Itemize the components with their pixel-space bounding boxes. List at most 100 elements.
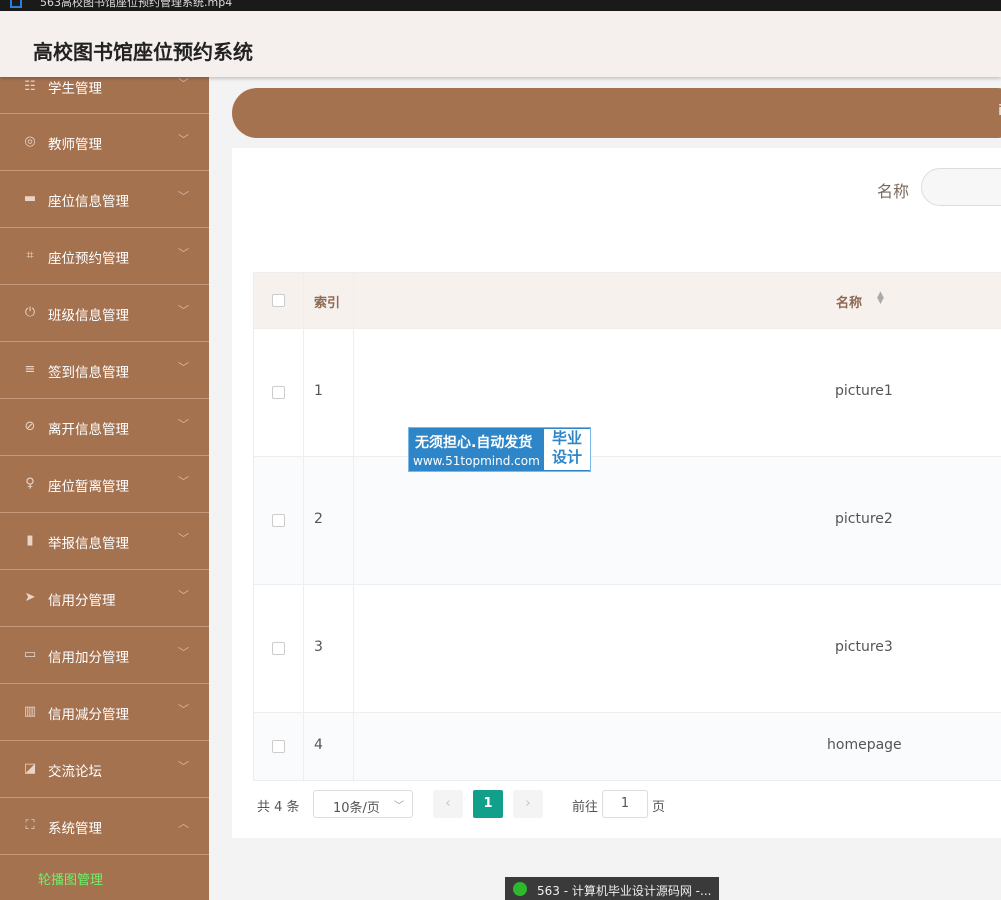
sidebar-item-credit-add[interactable]: ▭ 信用加分管理 ﹀ (0, 627, 209, 684)
page-size-select[interactable]: 10条/页 ﹀ (313, 790, 413, 818)
chevron-down-icon: ﹀ (178, 77, 189, 90)
watermark-line1: 无须担心.自动发货 (415, 435, 533, 451)
sidebar-item-label: 签到信息管理 (48, 365, 129, 381)
table-row[interactable]: 3 picture3 (254, 585, 1001, 713)
sidebar-item-checkin[interactable]: ≡ 签到信息管理 ﹀ (0, 342, 209, 399)
chevron-down-icon: ﹀ (178, 532, 189, 545)
watermark-logo: 毕业 设计 (544, 429, 590, 470)
sidebar-item-seat-booking[interactable]: ⌗ 座位预约管理 ﹀ (0, 228, 209, 285)
sidebar-item-credit-deduct[interactable]: ▥ 信用减分管理 ﹀ (0, 684, 209, 741)
window-titlebar: 563高校图书馆座位预约管理系统.mp4 (0, 0, 1001, 11)
row-index: 3 (314, 639, 323, 655)
row-checkbox[interactable] (272, 514, 285, 527)
app-header: 高校图书馆座位预约系统 (0, 11, 1001, 77)
sidebar-item-label: 座位预约管理 (48, 251, 129, 267)
expand-icon: ⛶ (25, 818, 35, 833)
row-checkbox[interactable] (272, 386, 285, 399)
page-size-value: 10条/页 (333, 801, 380, 816)
sidebar-item-label: 系统管理 (48, 821, 102, 837)
prev-page-button[interactable]: ‹ (433, 790, 463, 818)
sidebar: ☷ 学生管理 ﹀ ◎ 教师管理 ﹀ ▬ 座位信息管理 ﹀ ⌗ 座位预约管理 ﹀ … (0, 77, 209, 900)
user-icon: ☷ (24, 79, 36, 94)
chevron-down-icon: ﹀ (178, 247, 189, 260)
row-name: picture1 (835, 383, 893, 399)
chevron-down-icon: ﹀ (178, 133, 189, 146)
data-table: 索引 名称 ▲ ▼ 1 picture1 2 picture2 3 picture… (253, 272, 1001, 781)
sidebar-item-label: 信用加分管理 (48, 650, 129, 666)
sidebar-item-temporary-leave[interactable]: ♀ 座位暂离管理 ﹀ (0, 456, 209, 513)
sidebar-item-label: 信用分管理 (48, 593, 116, 609)
sidebar-item-label: 学生管理 (48, 81, 102, 97)
send-icon: ➤ (24, 590, 36, 605)
page-1-button[interactable]: 1 (473, 790, 503, 818)
chevron-down-icon: ﹀ (178, 304, 189, 317)
sidebar-subitem-label: 轮播图管理 (38, 873, 104, 888)
column-header-name: 名称 (836, 296, 863, 311)
row-checkbox[interactable] (272, 740, 285, 753)
sidebar-item-forum[interactable]: ◪ 交流论坛 ﹀ (0, 741, 209, 798)
chevron-down-icon: ﹀ (178, 361, 189, 374)
column-header-index: 索引 (314, 296, 341, 311)
sidebar-item-label: 离开信息管理 (48, 422, 129, 438)
browser-icon (513, 882, 527, 896)
monitor-icon: ▬ (23, 191, 37, 206)
row-index: 4 (314, 737, 323, 753)
select-all-checkbox[interactable] (272, 294, 285, 307)
chevron-down-icon: ﹀ (178, 418, 189, 431)
message-icon: ▭ (23, 647, 37, 662)
sidebar-item-teachers[interactable]: ◎ 教师管理 ﹀ (0, 114, 209, 171)
search-input[interactable] (921, 168, 1001, 206)
bell-off-icon: ⊘ (24, 419, 36, 434)
content-panel: 名称 索引 名称 ▲ ▼ 1 picture1 2 picture2 3 pict… (232, 148, 1001, 838)
sidebar-subitem-carousel[interactable]: 轮播图管理 (0, 855, 209, 895)
crop-icon: ⌗ (26, 248, 34, 263)
taskbar-item[interactable]: 563 - 计算机毕业设计源码网 -... (505, 877, 719, 900)
column-header-name-cell[interactable]: 名称 ▲ ▼ (354, 273, 1001, 328)
chevron-up-icon: ︿ (178, 817, 189, 830)
list-icon: ≡ (24, 362, 36, 377)
table-row[interactable]: 4 homepage (254, 713, 1001, 781)
row-checkbox[interactable] (272, 642, 285, 655)
sidebar-item-leave[interactable]: ⊘ 离开信息管理 ﹀ (0, 399, 209, 456)
total-count: 共 4 条 (257, 800, 300, 815)
watermark-badge-bottom: 设计 (551, 448, 582, 466)
section-banner: i (232, 88, 1001, 138)
chat-icon: ◪ (23, 761, 37, 776)
chart-icon: ▥ (23, 704, 37, 719)
sidebar-item-class-info[interactable]: ⏻ 班级信息管理 ﹀ (0, 285, 209, 342)
window-title: 563高校图书馆座位预约管理系统.mp4 (40, 0, 233, 9)
chevron-down-icon: ﹀ (178, 475, 189, 488)
row-index: 2 (314, 511, 323, 527)
app-icon (10, 0, 22, 8)
chevron-down-icon: ﹀ (178, 190, 189, 203)
goto-page-input[interactable]: 1 (602, 790, 648, 818)
watermark-badge: 无须担心.自动发货 www.51topmind.com 毕业 设计 (408, 427, 591, 472)
table-row[interactable]: 1 picture1 (254, 329, 1001, 457)
table-row[interactable]: 2 picture2 (254, 457, 1001, 585)
sidebar-item-label: 教师管理 (48, 137, 102, 153)
sidebar-item-seat-info[interactable]: ▬ 座位信息管理 ﹀ (0, 171, 209, 228)
bar-icon: ▮ (26, 533, 34, 548)
sidebar-item-label: 交流论坛 (48, 764, 102, 780)
sidebar-item-students[interactable]: ☷ 学生管理 ﹀ (0, 77, 209, 114)
sidebar-item-reports[interactable]: ▮ 举报信息管理 ﹀ (0, 513, 209, 570)
taskbar-label: 563 - 计算机毕业设计源码网 -... (537, 884, 712, 898)
row-name: picture3 (835, 639, 893, 655)
sidebar-item-credit[interactable]: ➤ 信用分管理 ﹀ (0, 570, 209, 627)
sidebar-item-system[interactable]: ⛶ 系统管理 ︿ (0, 798, 209, 855)
chevron-down-icon: ﹀ (394, 801, 404, 812)
row-name: picture2 (835, 511, 893, 527)
sidebar-item-label: 座位信息管理 (48, 194, 129, 210)
watermark-badge-top: 毕业 (551, 429, 582, 447)
sidebar-item-label: 座位暂离管理 (48, 479, 129, 495)
chevron-down-icon: ﹀ (178, 646, 189, 659)
watermark-line2: www.51topmind.com (413, 454, 540, 468)
search-label: 名称 (877, 182, 910, 201)
compass-icon: ◎ (24, 134, 36, 149)
chevron-down-icon: ﹀ (178, 703, 189, 716)
table-header: 索引 名称 ▲ ▼ (254, 273, 1001, 329)
next-page-button[interactable]: › (513, 790, 543, 818)
sidebar-item-label: 信用减分管理 (48, 707, 129, 723)
sort-icon[interactable]: ▲ ▼ (871, 290, 884, 305)
chevron-down-icon: ﹀ (178, 589, 189, 602)
